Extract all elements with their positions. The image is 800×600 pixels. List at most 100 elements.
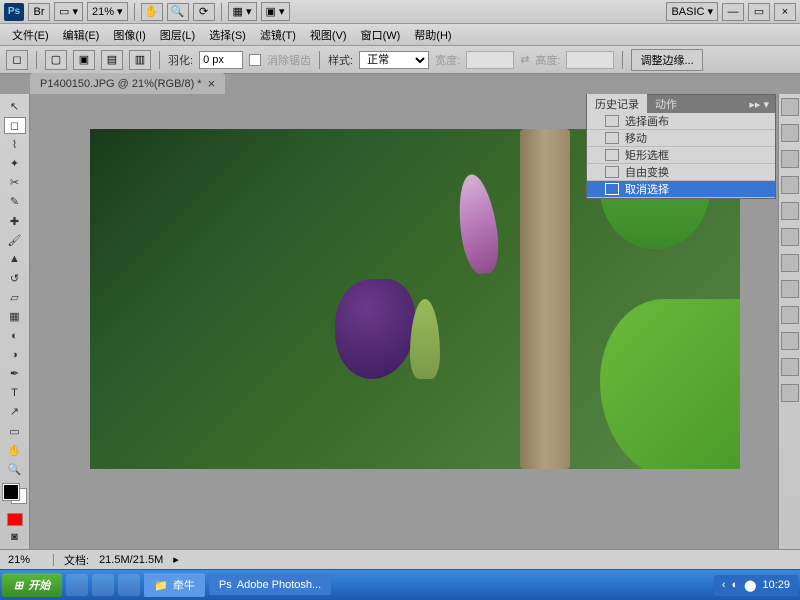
tab-actions[interactable]: 动作: [647, 94, 685, 114]
history-step-icon: [605, 183, 619, 195]
feather-input[interactable]: [199, 51, 243, 69]
quicklaunch-icon[interactable]: [66, 574, 88, 596]
type-tool-icon[interactable]: T: [4, 385, 26, 401]
quicklaunch-icon[interactable]: [118, 574, 140, 596]
status-doc-size: 21.5M/21.5M: [99, 554, 163, 566]
history-brush-tool-icon[interactable]: ↺: [4, 270, 26, 286]
close-tab-icon[interactable]: ×: [208, 76, 216, 91]
extra-swatch[interactable]: [7, 513, 23, 526]
heal-tool-icon[interactable]: ✚: [4, 213, 26, 229]
screen-mode-dropdown[interactable]: ▣ ▾: [261, 2, 290, 21]
clock: 10:29: [762, 579, 790, 591]
blur-tool-icon[interactable]: ◐: [4, 328, 26, 344]
rotate-tool-icon[interactable]: ⟳: [193, 3, 215, 21]
panel-icon[interactable]: [781, 202, 799, 220]
layout-dropdown[interactable]: ▭ ▾: [54, 2, 83, 21]
arrange-dropdown[interactable]: ▦ ▾: [228, 2, 257, 21]
menu-bar: 文件(E) 编辑(E) 图像(I) 图层(L) 选择(S) 滤镜(T) 视图(V…: [0, 24, 800, 46]
menu-filter[interactable]: 滤镜(T): [254, 25, 302, 45]
wand-tool-icon[interactable]: ✦: [4, 156, 26, 172]
menu-edit[interactable]: 编辑(E): [57, 25, 106, 45]
foreground-swatch[interactable]: [3, 484, 19, 500]
status-arrow-icon[interactable]: ▸: [173, 553, 179, 566]
panel-icon[interactable]: [781, 150, 799, 168]
bridge-button[interactable]: Br: [28, 3, 50, 21]
subtract-selection-icon[interactable]: ▤: [101, 50, 123, 70]
panel-icon[interactable]: [781, 176, 799, 194]
status-doc-label: 文档:: [64, 552, 89, 568]
refine-edge-button[interactable]: 调整边缘...: [631, 49, 702, 71]
stamp-tool-icon[interactable]: ▲: [4, 251, 26, 267]
dodge-tool-icon[interactable]: ◑: [4, 347, 26, 363]
history-item[interactable]: 移动: [587, 130, 775, 147]
intersect-selection-icon[interactable]: ▥: [129, 50, 151, 70]
taskbar-item-active[interactable]: PsAdobe Photosh...: [209, 575, 331, 595]
tool-preset-icon[interactable]: ◻: [6, 50, 28, 70]
hand-tool-icon[interactable]: ✋: [4, 442, 26, 458]
menu-window[interactable]: 窗口(W): [355, 25, 407, 45]
tab-history[interactable]: 历史记录: [587, 94, 647, 114]
pen-tool-icon[interactable]: ✒: [4, 366, 26, 382]
menu-image[interactable]: 图像(I): [107, 25, 151, 45]
eyedropper-tool-icon[interactable]: ✎: [4, 194, 26, 210]
crop-tool-icon[interactable]: ✂: [4, 175, 26, 191]
history-item-selected[interactable]: 取消选择: [587, 181, 775, 198]
marquee-tool-icon[interactable]: ◻: [4, 117, 26, 133]
document-tab[interactable]: P1400150.JPG @ 21%(RGB/8) * ×: [30, 73, 225, 94]
tray-icon[interactable]: ‹: [722, 579, 726, 591]
zoom-tool-icon[interactable]: 🔍: [167, 3, 189, 21]
gradient-tool-icon[interactable]: ▦: [4, 308, 26, 324]
brush-tool-icon[interactable]: 🖌: [4, 232, 26, 248]
hand-tool-icon[interactable]: ✋: [141, 3, 163, 21]
add-selection-icon[interactable]: ▣: [73, 50, 95, 70]
zoom-tool-icon[interactable]: 🔍: [4, 461, 26, 477]
width-input: [466, 51, 514, 69]
move-tool-icon[interactable]: ↖: [4, 98, 26, 114]
options-bar: ◻ ▢ ▣ ▤ ▥ 羽化: 消除锯齿 样式: 正常 宽度: ⇄ 高度: 调整边缘…: [0, 46, 800, 74]
toolbox: ↖ ◻ ⌇ ✦ ✂ ✎ ✚ 🖌 ▲ ↺ ▱ ▦ ◐ ◑ ✒ T ↗ ▭ ✋ 🔍 …: [0, 94, 30, 549]
zoom-dropdown[interactable]: 21% ▾: [87, 2, 128, 21]
system-tray[interactable]: ‹ ◐ ⬤ 10:29: [714, 575, 798, 596]
workspace-dropdown[interactable]: BASIC ▾: [666, 2, 718, 21]
style-select[interactable]: 正常: [359, 51, 429, 69]
status-bar: 21% 文档: 21.5M/21.5M ▸: [0, 549, 800, 569]
panel-icon[interactable]: [781, 254, 799, 272]
image-content: [600, 299, 740, 469]
menu-view[interactable]: 视图(V): [304, 25, 353, 45]
close-button[interactable]: ×: [774, 3, 796, 21]
document-tab-title: P1400150.JPG @ 21%(RGB/8) *: [40, 78, 202, 90]
image-content: [335, 279, 415, 379]
menu-layer[interactable]: 图层(L): [154, 25, 201, 45]
history-item[interactable]: 自由变换: [587, 164, 775, 181]
history-item[interactable]: 选择画布: [587, 113, 775, 130]
panel-icon[interactable]: [781, 228, 799, 246]
panel-icon[interactable]: [781, 280, 799, 298]
eraser-tool-icon[interactable]: ▱: [4, 289, 26, 305]
minimize-button[interactable]: —: [722, 3, 744, 21]
quickmask-icon[interactable]: ◙: [4, 529, 26, 545]
antialias-checkbox: [249, 54, 261, 66]
tray-icon[interactable]: ⬤: [744, 579, 756, 592]
history-item[interactable]: 矩形选框: [587, 147, 775, 164]
restore-button[interactable]: ▭: [748, 3, 770, 21]
lasso-tool-icon[interactable]: ⌇: [4, 137, 26, 153]
menu-file[interactable]: 文件(E): [6, 25, 55, 45]
menu-select[interactable]: 选择(S): [203, 25, 252, 45]
new-selection-icon[interactable]: ▢: [45, 50, 67, 70]
start-button[interactable]: ⊞开始: [2, 573, 62, 597]
color-swatches[interactable]: [3, 484, 27, 503]
shape-tool-icon[interactable]: ▭: [4, 423, 26, 439]
panel-icon[interactable]: [781, 124, 799, 142]
quicklaunch-icon[interactable]: [92, 574, 114, 596]
panel-icon[interactable]: [781, 384, 799, 402]
panel-icon[interactable]: [781, 332, 799, 350]
path-tool-icon[interactable]: ↗: [4, 404, 26, 420]
panel-icon[interactable]: [781, 358, 799, 376]
menu-help[interactable]: 帮助(H): [408, 25, 457, 45]
tray-icon[interactable]: ◐: [732, 579, 739, 591]
status-zoom[interactable]: 21%: [4, 554, 54, 566]
taskbar-item[interactable]: 📁牵牛: [144, 573, 205, 597]
panel-icon[interactable]: [781, 306, 799, 324]
panel-icon[interactable]: [781, 98, 799, 116]
panel-menu-icon[interactable]: ▸▸ ▾: [743, 98, 775, 111]
